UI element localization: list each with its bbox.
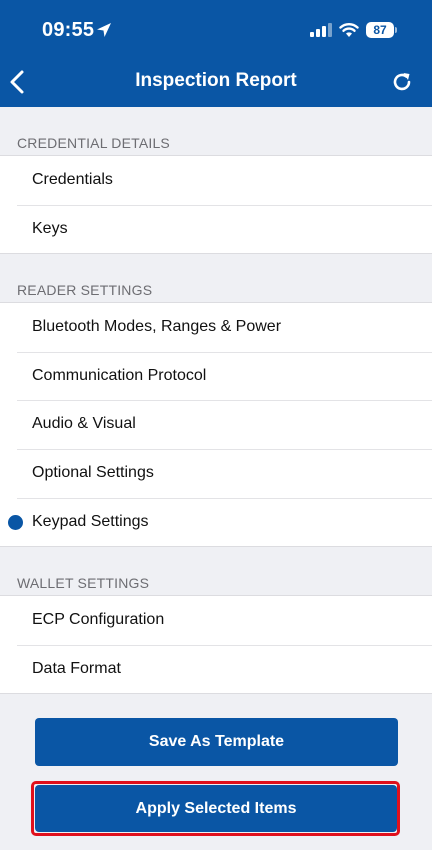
group-reader-settings: Bluetooth Modes, Ranges & Power Communic…	[0, 302, 432, 548]
save-as-template-button[interactable]: Save As Template	[35, 718, 398, 766]
cellular-signal-icon	[310, 23, 332, 37]
nav-bar: Inspection Report	[0, 56, 432, 107]
section-header-wallet-settings: WALLET SETTINGS	[17, 575, 150, 592]
location-arrow-icon	[97, 23, 111, 37]
apply-selected-items-button[interactable]: Apply Selected Items	[35, 785, 397, 832]
battery-indicator: 87	[366, 22, 394, 38]
list-item-label: Communication Protocol	[32, 366, 207, 384]
list-item-audio-visual[interactable]: Audio & Visual	[0, 400, 432, 449]
page-title: Inspection Report	[135, 70, 297, 91]
selected-indicator-dot	[8, 514, 23, 530]
status-bar: 09:55 87	[0, 0, 432, 56]
group-wallet-settings: ECP Configuration Data Format	[0, 595, 432, 695]
list-item-ecp-configuration[interactable]: ECP Configuration	[0, 596, 432, 645]
wifi-icon	[339, 23, 359, 37]
list-item-label: Bluetooth Modes, Ranges & Power	[32, 318, 282, 336]
group-credential-details: Credentials Keys	[0, 155, 432, 255]
list-item-keys[interactable]: Keys	[0, 204, 432, 254]
list-item-label: Keypad Settings	[32, 512, 149, 530]
app-header: 09:55 87 Inspection Report	[0, 0, 432, 107]
settings-list: CREDENTIAL DETAILS Credentials Keys READ…	[0, 107, 432, 695]
list-item-label: ECP Configuration	[32, 611, 165, 629]
section-header-credential-details: CREDENTIAL DETAILS	[17, 135, 170, 151]
list-item-label: Keys	[32, 219, 68, 237]
status-time: 09:55	[42, 19, 95, 41]
list-item-label: Credentials	[32, 171, 113, 188]
list-item-label: Data Format	[32, 659, 121, 677]
list-item-data-format[interactable]: Data Format	[0, 644, 432, 694]
list-item-optional-settings[interactable]: Optional Settings	[0, 448, 432, 498]
refresh-icon[interactable]	[390, 70, 414, 94]
list-item-label: Audio & Visual	[32, 415, 136, 433]
list-item-label: Optional Settings	[32, 463, 154, 481]
list-item-keypad-settings[interactable]: Keypad Settings	[0, 497, 432, 547]
battery-tip	[395, 27, 397, 33]
list-item-bluetooth-modes[interactable]: Bluetooth Modes, Ranges & Power	[0, 303, 432, 352]
section-header-reader-settings: READER SETTINGS	[17, 282, 153, 299]
list-item-communication-protocol[interactable]: Communication Protocol	[0, 351, 432, 401]
list-item-credentials[interactable]: Credentials	[0, 156, 432, 205]
